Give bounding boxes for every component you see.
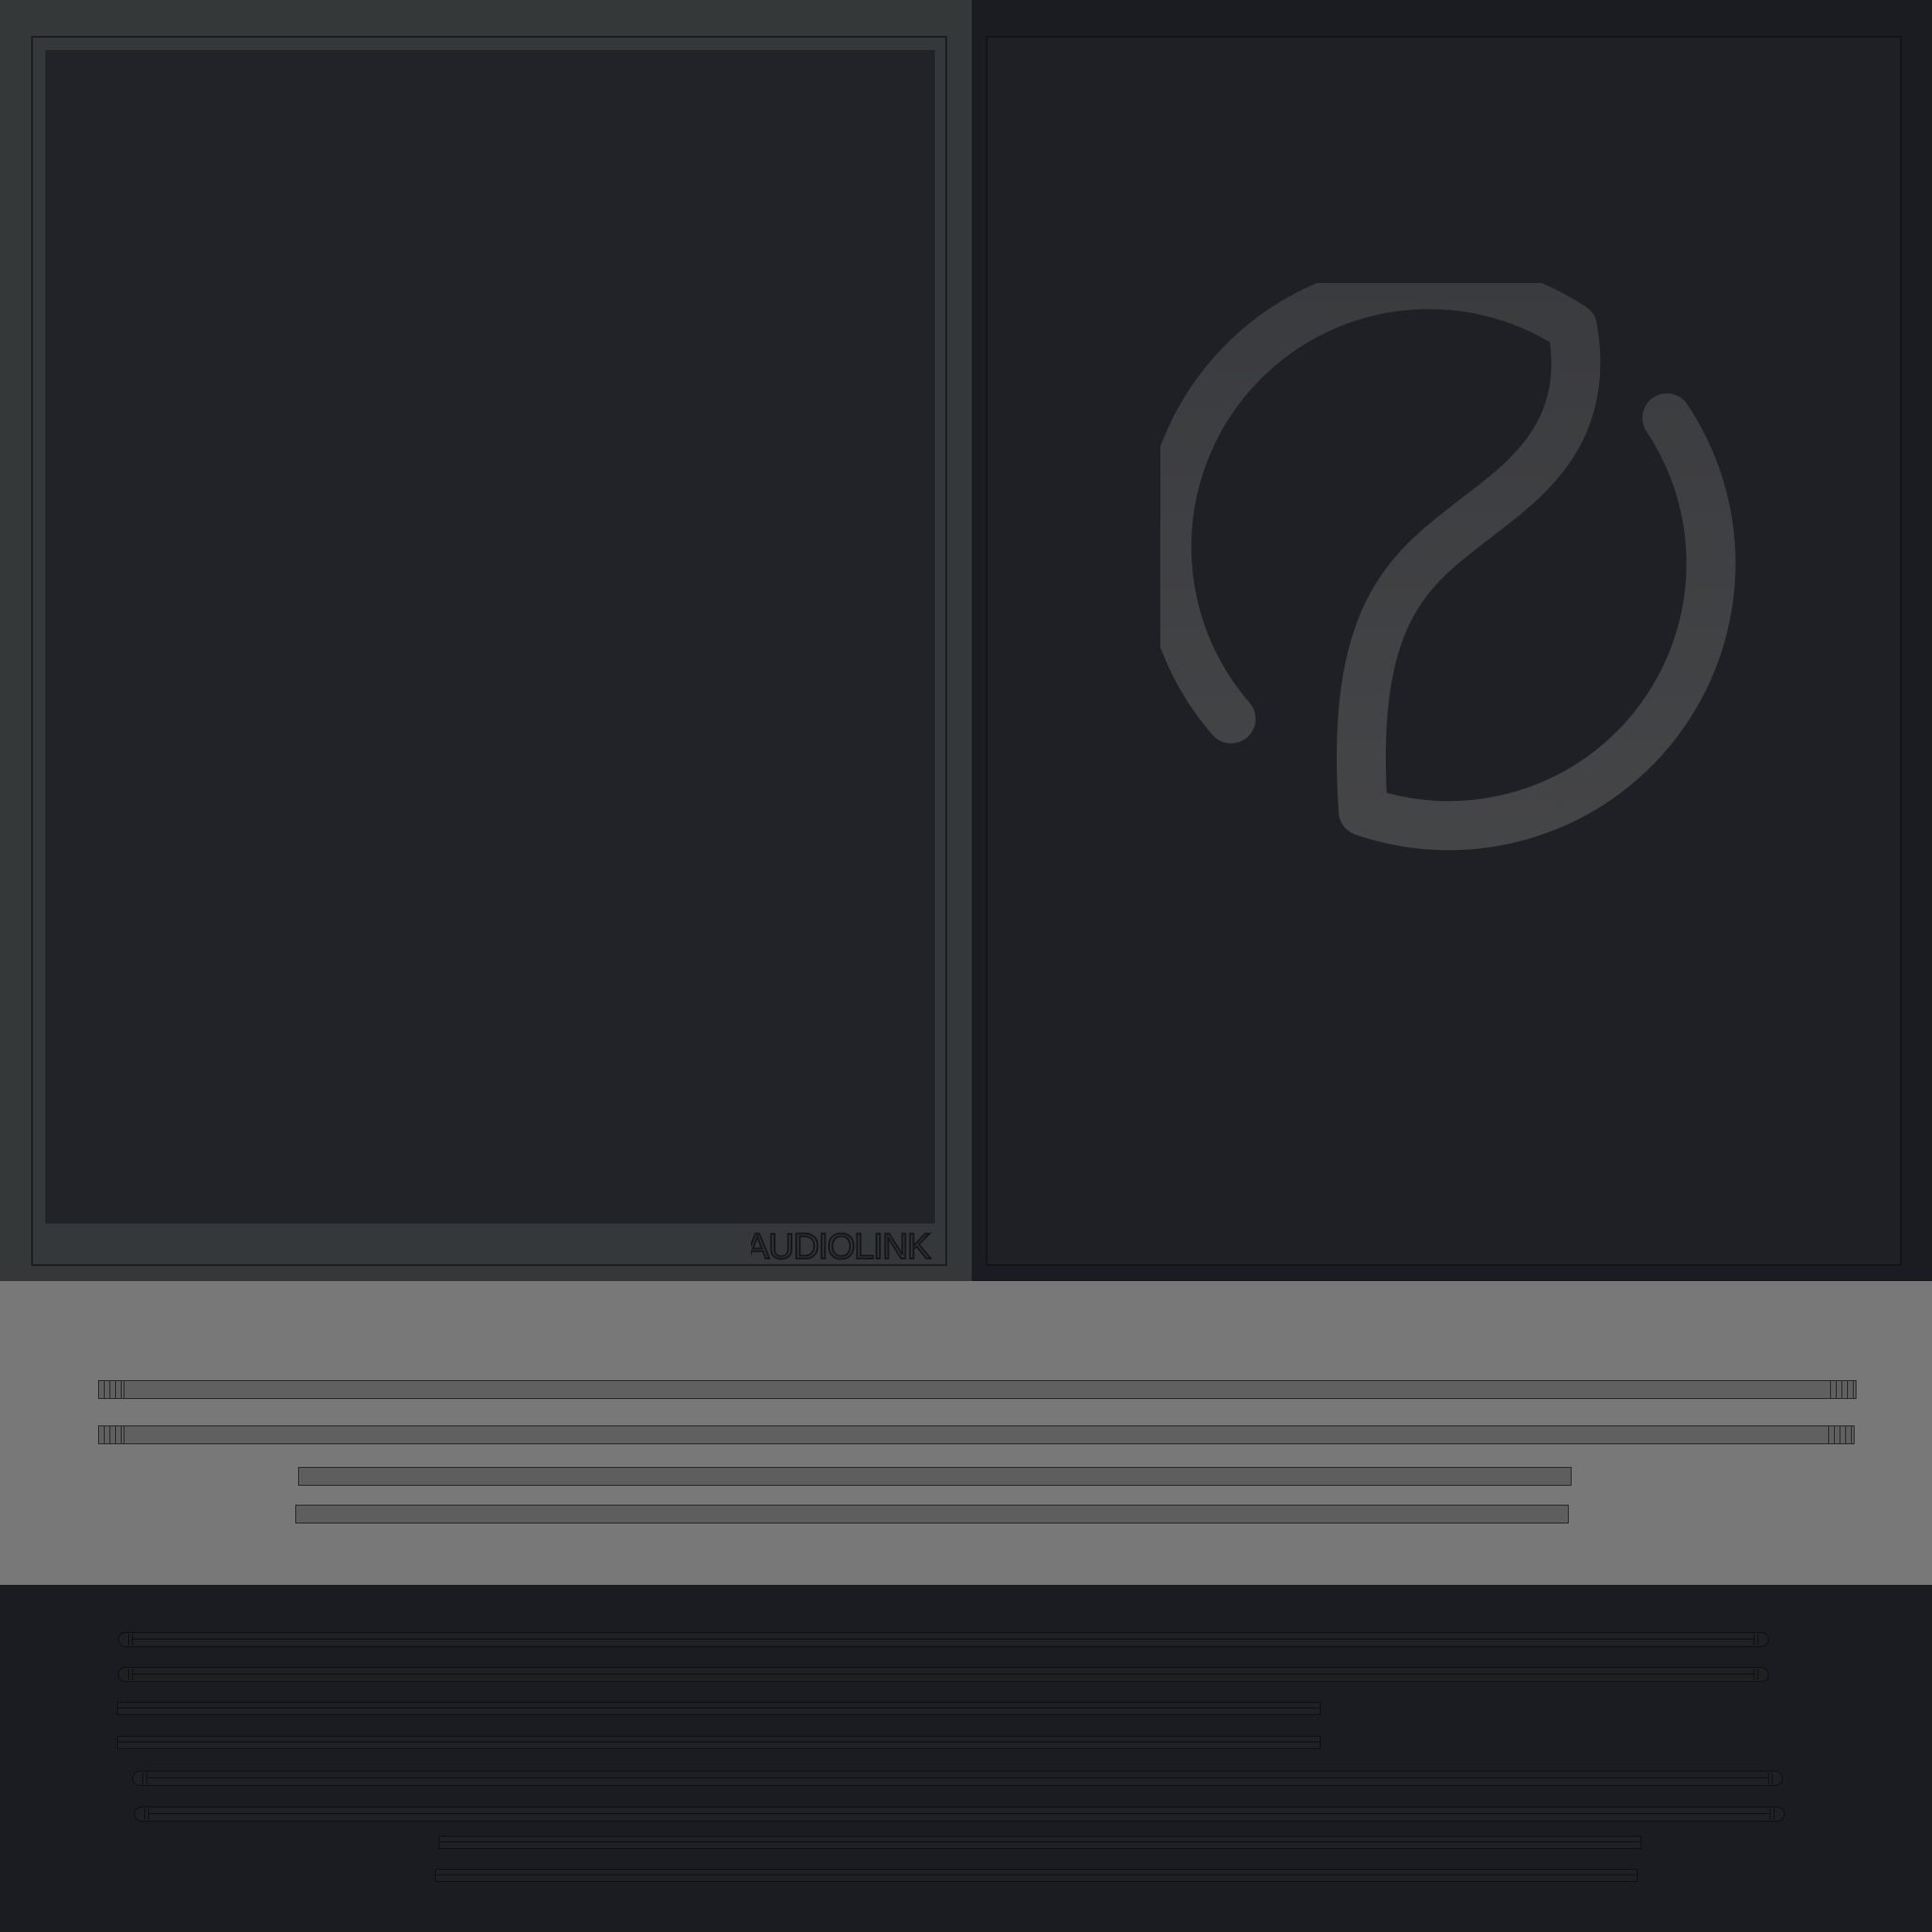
- texture-strip: [295, 1505, 1569, 1524]
- texture-strip: [98, 1380, 1857, 1399]
- texture-strip: [298, 1467, 1572, 1486]
- texture-strip: [98, 1425, 1855, 1444]
- audiolink-logo-text: AUDIOLINK: [751, 1227, 931, 1264]
- s-curve-circle-emblem-icon: [1160, 283, 1736, 851]
- audiolink-logo: AUDIOLINK: [751, 1226, 932, 1264]
- rail-strip: [439, 1836, 1641, 1849]
- rail-strip: [118, 1667, 1769, 1682]
- rail-strip: [118, 1632, 1769, 1647]
- rail-strip: [117, 1736, 1321, 1749]
- rail-strip: [132, 1771, 1783, 1786]
- display-screen: [45, 50, 935, 1224]
- rail-strip: [435, 1869, 1638, 1882]
- rail-strip: [134, 1807, 1785, 1822]
- rail-strip: [117, 1702, 1321, 1715]
